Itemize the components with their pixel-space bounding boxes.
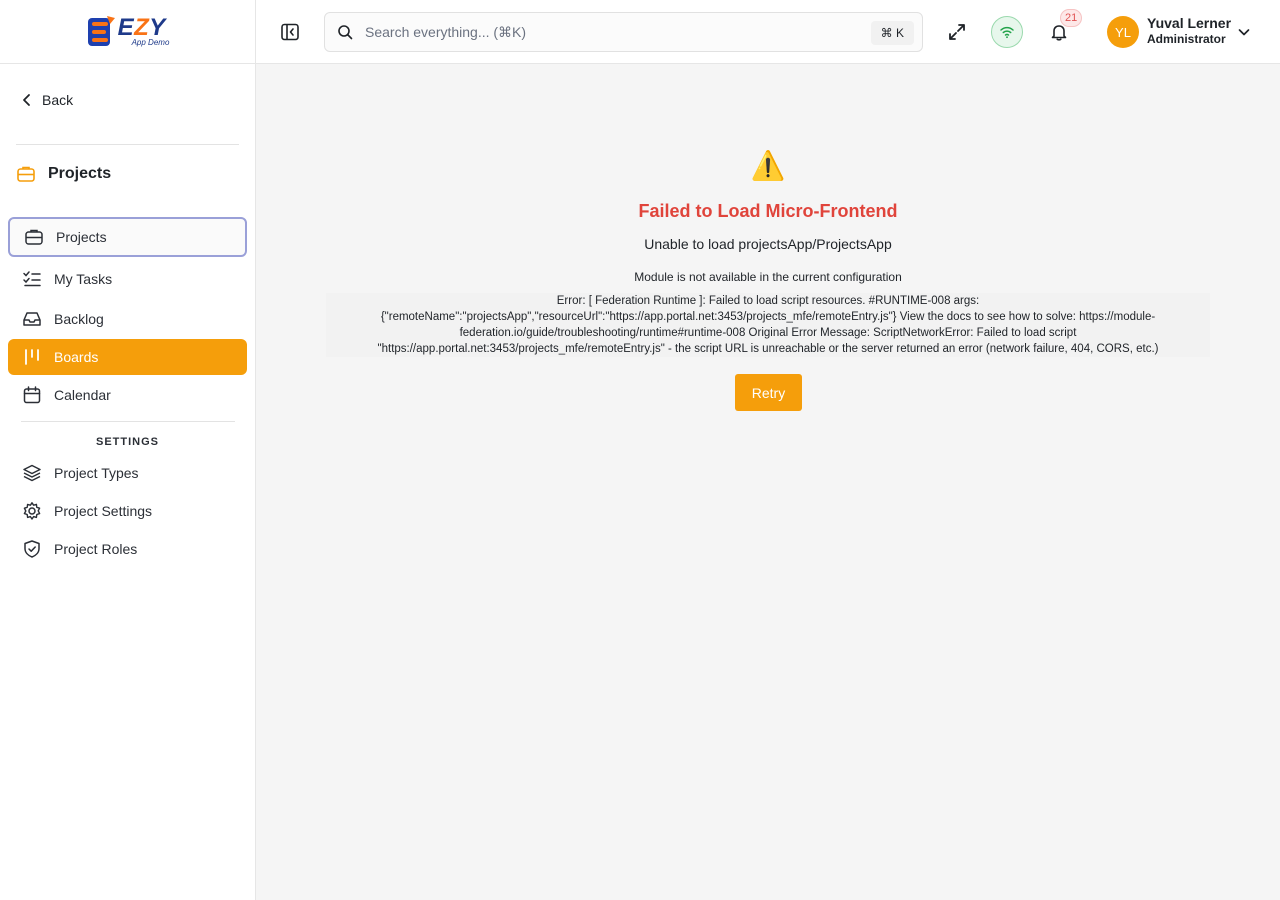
shield-check-icon	[24, 540, 40, 558]
collapse-sidebar-button[interactable]	[278, 20, 302, 44]
settings-section-label: SETTINGS	[95, 436, 159, 448]
sidebar-item-project-settings[interactable]: Project Settings	[8, 493, 247, 529]
warning-icon: ⚠️	[750, 150, 786, 181]
wifi-icon	[1000, 26, 1014, 39]
sidebar-item-label: Calendar	[54, 387, 111, 403]
sidebar-divider	[16, 144, 239, 145]
user-menu-toggle[interactable]	[1236, 24, 1252, 40]
brand-logo[interactable]: EZY App Demo	[86, 14, 170, 49]
search-shortcut-hint: ⌘ K	[870, 21, 914, 45]
briefcase-icon	[25, 229, 43, 245]
back-label: Back	[42, 92, 74, 108]
logo-mark-icon	[87, 15, 115, 46]
connection-status-button[interactable]	[991, 16, 1023, 48]
search-bar[interactable]: ⌘ K	[324, 12, 923, 52]
sidebar-item-projects[interactable]: Projects	[8, 217, 247, 257]
notification-count-badge: 21	[1060, 9, 1083, 27]
gear-icon	[23, 502, 41, 520]
back-button[interactable]: Back	[20, 92, 73, 108]
top-header: ⌘ K 21 YL Yuval Lerner Administrator	[256, 0, 1280, 64]
chevron-down-icon	[1238, 29, 1250, 36]
layers-icon	[23, 464, 41, 482]
error-subtitle: Unable to load projectsApp/ProjectsApp	[644, 236, 892, 252]
sidebar-item-boards[interactable]: Boards	[8, 339, 247, 375]
chevron-left-icon	[23, 94, 30, 106]
expand-icon	[949, 24, 965, 40]
user-menu[interactable]: Yuval Lerner Administrator	[1147, 15, 1231, 46]
sidebar-collapse-icon	[281, 23, 299, 41]
user-name: Yuval Lerner	[1147, 15, 1232, 31]
brand-name: EZY	[117, 14, 166, 41]
avatar[interactable]: YL	[1107, 16, 1139, 48]
sidebar-divider	[21, 421, 235, 422]
fullscreen-button[interactable]	[945, 20, 969, 44]
sidebar: EZY App Demo Back Projects Projects My T…	[0, 0, 256, 900]
sidebar-item-label: Boards	[54, 349, 99, 365]
search-input[interactable]	[365, 24, 845, 40]
error-message: Module is not available in the current c…	[634, 270, 902, 284]
sidebar-section-title: Projects	[16, 164, 111, 184]
sidebar-item-calendar[interactable]: Calendar	[8, 377, 247, 413]
briefcase-icon	[17, 166, 35, 182]
brand-subtitle: App Demo	[131, 38, 170, 47]
retry-button[interactable]: Retry	[735, 374, 802, 411]
sidebar-item-label: Backlog	[54, 311, 104, 327]
sidebar-item-label: Project Types	[54, 465, 139, 481]
search-icon	[338, 25, 353, 40]
sidebar-item-project-roles[interactable]: Project Roles	[8, 531, 247, 567]
sidebar-item-project-types[interactable]: Project Types	[8, 455, 247, 491]
sidebar-item-label: Project Roles	[54, 541, 138, 557]
error-title: Failed to Load Micro-Frontend	[638, 201, 898, 221]
sidebar-item-label: Projects	[56, 229, 107, 245]
sidebar-item-label: Project Settings	[54, 503, 153, 519]
user-role: Administrator	[1147, 31, 1226, 46]
checklist-icon	[23, 271, 41, 287]
calendar-icon	[23, 386, 41, 404]
sidebar-item-backlog[interactable]: Backlog	[8, 301, 247, 337]
board-columns-icon	[25, 349, 39, 365]
sidebar-item-my-tasks[interactable]: My Tasks	[8, 261, 247, 297]
error-details: Error: [ Federation Runtime ]: Failed to…	[326, 293, 1210, 357]
main-content: ⚠️ Failed to Load Micro-Frontend Unable …	[256, 64, 1280, 900]
logo-area: EZY App Demo	[0, 0, 255, 64]
sidebar-item-label: My Tasks	[54, 271, 113, 287]
inbox-icon	[23, 312, 41, 326]
